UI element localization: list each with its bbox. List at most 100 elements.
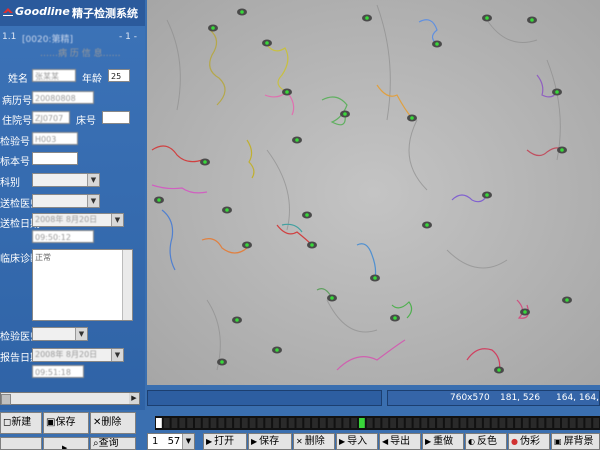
timeline-frame (468, 418, 475, 428)
timeline-frame (507, 418, 514, 428)
age-field[interactable]: 25 (108, 69, 130, 82)
arrow-right-icon: ▶ (62, 444, 68, 450)
chevron-down-icon[interactable]: ▼ (111, 214, 123, 226)
timeline-frame (530, 418, 537, 428)
status-readout: 760x570 181, 526 164, 164, 1 (387, 390, 600, 406)
date-picker[interactable]: 2008年 8月20日 ▼ (32, 213, 124, 227)
timeline-frame (437, 418, 443, 428)
timeline-frame (280, 418, 287, 428)
timeline-frame (304, 418, 311, 428)
timeline-frame (499, 418, 506, 428)
app-title: 精子检测系统 (72, 7, 138, 20)
status-bar: 760x570 181, 526 164, 164, 1 (147, 390, 600, 406)
chevron-down-icon[interactable]: ▼ (87, 174, 99, 186)
case-counter[interactable]: - 1 - (119, 32, 137, 42)
chevron-down-icon[interactable]: ▼ (75, 328, 87, 340)
invert-button[interactable]: ◐ 反色 (465, 433, 507, 450)
disk-icon: ▶ (251, 437, 258, 446)
timeline-frame (538, 418, 545, 428)
timeline-frame (257, 418, 264, 428)
timeline-frame (319, 418, 326, 428)
inpatient-field[interactable]: ZJ0707 (32, 111, 70, 124)
play-icon: ▶ (425, 437, 432, 446)
invert-icon: ◐ (468, 437, 475, 446)
timeline-frame (296, 418, 303, 428)
chevron-down-icon[interactable]: ▼ (87, 195, 99, 207)
report-date-picker[interactable]: 2008年 8月20日 ▼ (32, 348, 124, 362)
timeline-frame (483, 418, 490, 428)
export-button[interactable]: ◀ 导出 (379, 433, 421, 450)
microscope-image-view[interactable] (147, 0, 600, 385)
image-resolution: 760x570 (450, 393, 490, 403)
new-button[interactable]: ◻新建 (0, 412, 42, 434)
time-field[interactable]: 09:50:12 (32, 230, 94, 243)
timeline-frame (249, 418, 256, 428)
timeline-frame (398, 418, 404, 428)
export-icon: ◀ (382, 437, 389, 446)
report-time-field[interactable]: 09:51:18 (32, 365, 84, 378)
timeline-frame (351, 418, 357, 428)
timeline-frame (374, 418, 381, 428)
query-button[interactable]: ⌕查询 (90, 437, 136, 450)
diagnosis-value: 正常 (35, 253, 51, 262)
save-record-button[interactable]: ▣保存 (43, 412, 89, 434)
arrow-right-icon[interactable]: ▶ (129, 393, 139, 404)
next-record-button[interactable]: ▶ (43, 437, 89, 450)
scrollbar-thumb[interactable] (1, 394, 11, 405)
brand-name: Goodline (15, 5, 70, 18)
doctor-select[interactable]: ▼ (32, 194, 100, 208)
timeline-frame (515, 418, 521, 428)
report-date-value: 2008年 8月20日 (35, 350, 98, 359)
background-button[interactable]: ▣ 屏背景 (551, 433, 600, 450)
sperm-tracking-image (147, 0, 600, 385)
open-folder-icon: ▶ (206, 437, 213, 446)
first-record-button[interactable] (0, 437, 42, 450)
timeline-frame (210, 418, 217, 428)
open-button[interactable]: ▶ 打开 (203, 433, 247, 450)
bed-field[interactable] (102, 111, 130, 124)
pseudo-color-button[interactable]: ● 伪彩 (508, 433, 550, 450)
timeline-frame (359, 418, 365, 428)
save-image-button[interactable]: ▶ 保存 (248, 433, 292, 450)
timeline-frame (390, 418, 396, 428)
dept-select[interactable]: ▼ (32, 173, 100, 187)
timeline-frame (187, 418, 193, 428)
frame-timeline[interactable] (155, 416, 600, 430)
age-label: 年龄 (82, 74, 102, 85)
record-actions: ◻新建 ▣保存 ✕删除 (0, 412, 145, 434)
panel-horizontal-scrollbar[interactable]: ▶ (0, 392, 140, 405)
record-field[interactable]: 20080808 (32, 91, 94, 104)
timeline-frame (156, 418, 162, 428)
case-id: [0020:第精] (22, 35, 73, 45)
import-button[interactable]: ▶ 导入 (336, 433, 378, 450)
specimen-field[interactable] (32, 152, 78, 165)
name-field[interactable]: 张某某 (32, 69, 76, 82)
chevron-down-icon[interactable]: ▼ (111, 349, 123, 361)
timeline-frame (452, 418, 459, 428)
chevron-down-icon[interactable]: ▼ (182, 434, 194, 449)
timeline-frame (343, 418, 350, 428)
textarea-scrollbar[interactable] (122, 250, 132, 320)
exam-doctor-select[interactable]: ▼ (32, 327, 88, 341)
redo-button[interactable]: ▶ 重做 (422, 433, 464, 450)
diagnosis-textarea[interactable]: 正常 (32, 249, 133, 321)
frame-total: 57 (167, 436, 181, 447)
sample-label: 检验号 (0, 137, 30, 148)
delete-record-button[interactable]: ✕删除 (90, 412, 136, 434)
timeline-frame (562, 418, 568, 428)
sample-field[interactable]: H003 (32, 132, 78, 145)
specimen-label: 标本号 (0, 157, 30, 168)
timeline-frame (163, 418, 170, 428)
bed-label: 床号 (76, 116, 96, 127)
timeline-frame (413, 418, 420, 428)
timeline-frame (522, 418, 529, 428)
timeline-frame (195, 418, 201, 428)
import-icon: ▶ (339, 437, 346, 446)
timeline-frame (429, 418, 435, 428)
timeline-frame (265, 418, 272, 428)
timeline-frame (585, 418, 592, 428)
timeline-frame (405, 418, 412, 428)
delete-image-button[interactable]: ✕ 删除 (293, 433, 335, 450)
timeline-frame (179, 418, 186, 428)
frame-select[interactable]: 1 57 ▼ (147, 433, 195, 450)
